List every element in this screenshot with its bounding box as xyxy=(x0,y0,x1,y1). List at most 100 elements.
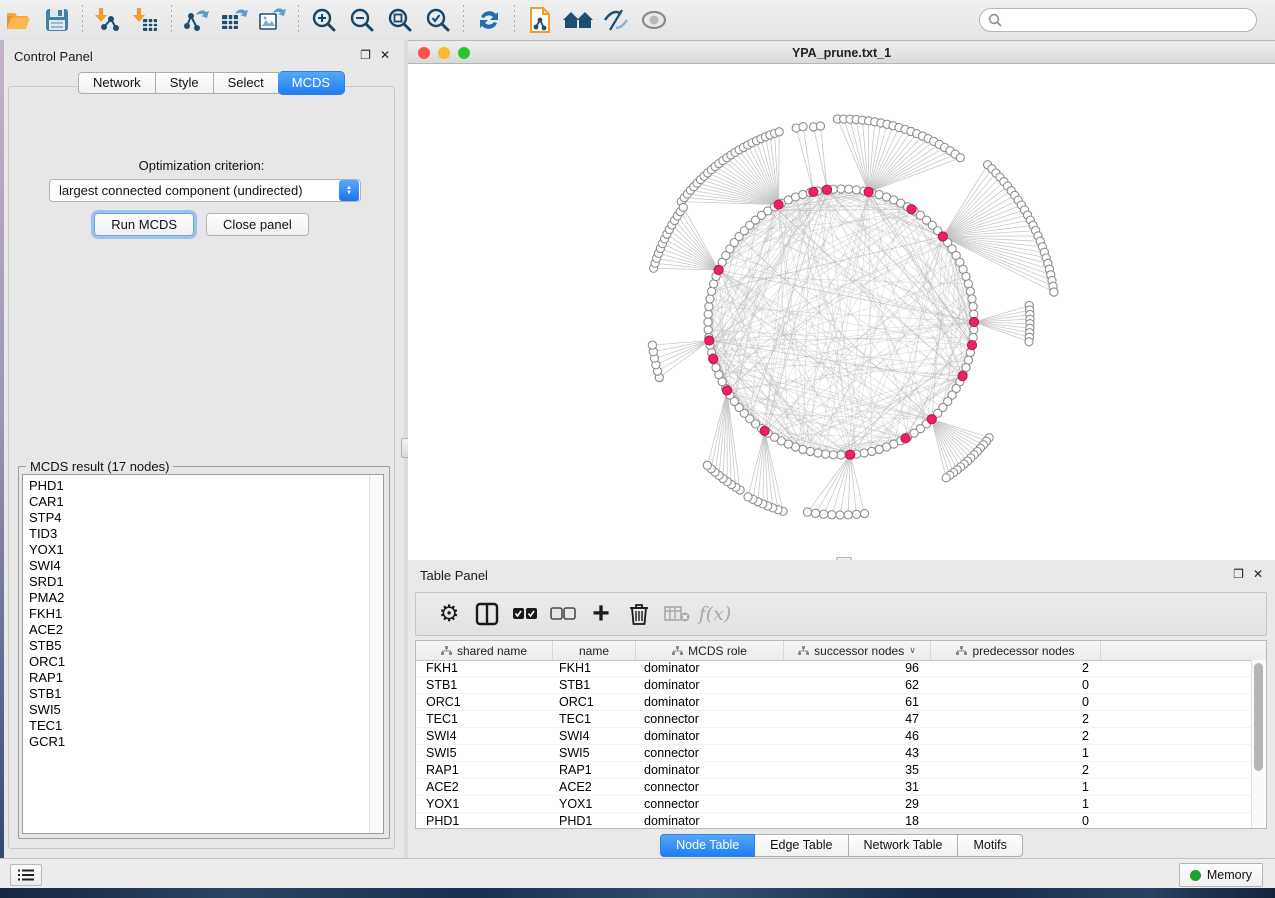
control-panel-title: Control Panel xyxy=(14,49,93,64)
table-row[interactable]: TEC1TEC1connector472 xyxy=(416,711,1252,728)
table-cell: 35 xyxy=(784,762,931,778)
open-file-icon[interactable] xyxy=(2,4,36,36)
column-header-mcds-role[interactable]: MCDS role xyxy=(636,641,784,660)
column-header-predecessor-nodes[interactable]: predecessor nodes xyxy=(931,641,1101,660)
network-canvas[interactable] xyxy=(408,64,1275,560)
mcds-result-item[interactable]: STP4 xyxy=(29,510,370,526)
tab-style[interactable]: Style xyxy=(156,72,214,94)
search-input[interactable] xyxy=(1007,12,1256,28)
mcds-result-item[interactable]: STB5 xyxy=(29,638,370,654)
table-cell: 46 xyxy=(784,728,931,744)
show-columns-icon[interactable] xyxy=(468,596,506,632)
table-scrollbar[interactable] xyxy=(1251,660,1266,828)
float-panel-icon[interactable]: ❐ xyxy=(360,49,371,61)
delete-table-icon[interactable] xyxy=(658,596,696,632)
hide-graphics-details-icon[interactable] xyxy=(599,4,633,36)
table-cell: SWI5 xyxy=(416,745,553,761)
tab-network-table[interactable]: Network Table xyxy=(849,834,959,857)
close-panel-button[interactable]: Close panel xyxy=(206,213,309,236)
mcds-result-item[interactable]: SRD1 xyxy=(29,574,370,590)
delete-column-icon[interactable] xyxy=(620,596,658,632)
mcds-result-item[interactable]: PMA2 xyxy=(29,590,370,606)
table-cell: SWI4 xyxy=(416,728,553,744)
cytoscape-window: Control Panel ❐ ✕ Optimization criterion… xyxy=(0,0,1275,898)
tree-column-icon xyxy=(441,646,452,656)
mcds-result-item[interactable]: STB1 xyxy=(29,686,370,702)
table-cell: SWI4 xyxy=(553,728,636,744)
search-box[interactable] xyxy=(979,8,1257,32)
memory-button[interactable]: Memory xyxy=(1179,863,1263,887)
mcds-result-item[interactable]: YOX1 xyxy=(29,542,370,558)
table-cell: 1 xyxy=(931,779,1101,795)
zoom-out-icon[interactable] xyxy=(345,4,379,36)
table-settings-icon[interactable]: ⚙ xyxy=(430,596,468,632)
mcds-result-item[interactable]: TID3 xyxy=(29,526,370,542)
mcds-result-item[interactable]: FKH1 xyxy=(29,606,370,622)
mcds-result-item[interactable]: SWI5 xyxy=(29,702,370,718)
optimization-criterion-select[interactable]: largest connected component (undirected)… xyxy=(49,179,361,202)
float-table-panel-icon[interactable]: ❐ xyxy=(1233,568,1244,580)
refresh-icon[interactable] xyxy=(472,4,506,36)
node-table: shared name name MCDS role successor nod… xyxy=(415,640,1267,829)
import-table-icon[interactable] xyxy=(129,4,163,36)
mcds-result-item[interactable]: TEC1 xyxy=(29,718,370,734)
tab-select[interactable]: Select xyxy=(214,72,279,94)
tab-mcds[interactable]: MCDS xyxy=(278,71,345,95)
close-panel-icon[interactable]: ✕ xyxy=(380,49,390,61)
mcds-result-item[interactable]: PHD1 xyxy=(29,478,370,494)
mcds-result-item[interactable]: SWI4 xyxy=(29,558,370,574)
control-panel: Control Panel ❐ ✕ Optimization criterion… xyxy=(4,40,404,858)
table-row[interactable]: FKH1FKH1dominator962 xyxy=(416,660,1252,677)
table-cell: 2 xyxy=(931,660,1101,676)
column-header-successor-nodes[interactable]: successor nodes ∨ xyxy=(784,641,931,660)
zoom-fit-icon[interactable] xyxy=(383,4,417,36)
table-cell: 29 xyxy=(784,796,931,812)
table-header: shared name name MCDS role successor nod… xyxy=(416,641,1266,661)
home-icon[interactable] xyxy=(561,4,595,36)
export-network-icon[interactable] xyxy=(180,4,214,36)
zoom-in-icon[interactable] xyxy=(307,4,341,36)
mcds-result-item[interactable]: ORC1 xyxy=(29,654,370,670)
mcds-result-item[interactable]: GCR1 xyxy=(29,734,370,750)
export-table-icon[interactable] xyxy=(218,4,252,36)
table-row[interactable]: ORC1ORC1dominator610 xyxy=(416,694,1252,711)
table-row[interactable]: STB1STB1dominator620 xyxy=(416,677,1252,694)
network-window-titlebar[interactable]: YPA_prune.txt_1 xyxy=(408,42,1275,64)
column-header-name[interactable]: name xyxy=(553,641,636,660)
table-row[interactable]: SWI4SWI4dominator462 xyxy=(416,728,1252,745)
mcds-result-item[interactable]: RAP1 xyxy=(29,670,370,686)
close-table-panel-icon[interactable]: ✕ xyxy=(1253,568,1263,580)
mcds-result-item[interactable]: CAR1 xyxy=(29,494,370,510)
save-session-icon[interactable] xyxy=(40,4,74,36)
select-all-columns-icon[interactable] xyxy=(506,596,544,632)
add-column-icon[interactable]: + xyxy=(582,596,620,632)
tab-edge-table[interactable]: Edge Table xyxy=(755,834,848,857)
network-from-document-icon[interactable] xyxy=(523,4,557,36)
deselect-all-columns-icon[interactable] xyxy=(544,596,582,632)
column-header-shared-name[interactable]: shared name xyxy=(416,641,553,660)
table-cell: 31 xyxy=(784,779,931,795)
mcds-result-item[interactable]: ACE2 xyxy=(29,622,370,638)
tab-node-table[interactable]: Node Table xyxy=(660,834,755,857)
tab-motifs[interactable]: Motifs xyxy=(958,834,1022,857)
table-scrollbar-thumb[interactable] xyxy=(1254,663,1263,771)
show-graphics-details-icon[interactable] xyxy=(637,4,671,36)
function-builder-icon[interactable]: f(x) xyxy=(696,596,734,632)
run-mcds-button[interactable]: Run MCDS xyxy=(94,213,194,236)
table-cell: dominator xyxy=(636,813,784,829)
network-graph xyxy=(408,64,1275,560)
import-network-icon[interactable] xyxy=(91,4,125,36)
table-row[interactable]: SWI5SWI5connector431 xyxy=(416,745,1252,762)
table-row[interactable]: RAP1RAP1dominator352 xyxy=(416,762,1252,779)
table-row[interactable]: ACE2ACE2connector311 xyxy=(416,779,1252,796)
task-history-button[interactable] xyxy=(10,864,42,886)
mcds-list-scrollbar[interactable] xyxy=(369,475,383,833)
export-image-icon[interactable] xyxy=(256,4,290,36)
table-row[interactable]: YOX1YOX1connector291 xyxy=(416,796,1252,813)
tab-network[interactable]: Network xyxy=(78,72,156,94)
table-cell: 2 xyxy=(931,711,1101,727)
table-toolbar: ⚙ + f(x) xyxy=(415,592,1267,636)
zoom-selected-icon[interactable] xyxy=(421,4,455,36)
table-row[interactable]: PHD1PHD1dominator180 xyxy=(416,813,1252,829)
table-cell: 61 xyxy=(784,694,931,710)
